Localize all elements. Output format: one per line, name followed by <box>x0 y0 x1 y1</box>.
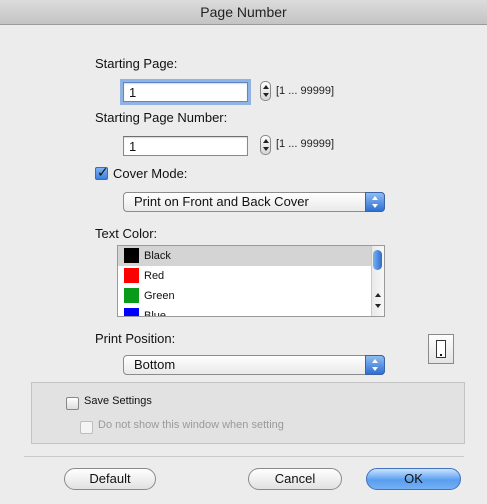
list-item-red[interactable]: Red <box>118 266 384 286</box>
text-color-list[interactable]: Black Red Green Blue <box>117 245 385 317</box>
list-item-green[interactable]: Green <box>118 286 384 306</box>
stepper-up-icon[interactable] <box>263 85 269 89</box>
print-position-label: Print Position: <box>95 331 176 346</box>
starting-page-label: Starting Page: <box>95 56 178 71</box>
do-not-show-checkbox[interactable] <box>80 421 93 434</box>
list-item-blue[interactable]: Blue <box>118 306 384 317</box>
color-swatch <box>124 268 139 283</box>
starting-page-stepper[interactable] <box>260 81 271 101</box>
text-color-label: Text Color: <box>95 226 158 241</box>
starting-page-number-range: [1 ... 99999] <box>276 138 335 150</box>
list-item-label: Black <box>144 250 171 262</box>
save-settings-group: Save Settings Do not show this window wh… <box>31 382 465 444</box>
window-title: Page Number <box>200 4 287 20</box>
scroll-up-icon[interactable] <box>375 293 381 297</box>
scroll-down-icon[interactable] <box>375 304 381 308</box>
print-position-popup[interactable]: Bottom <box>123 355 385 375</box>
color-swatch <box>124 248 139 263</box>
window-title-bar: Page Number <box>0 0 487 25</box>
save-settings-checkbox[interactable] <box>66 397 79 410</box>
list-scrollbar[interactable] <box>371 246 384 316</box>
color-swatch <box>124 288 139 303</box>
ok-button[interactable]: OK <box>366 468 461 490</box>
list-item-label: Green <box>144 290 175 302</box>
stepper-down-icon[interactable] <box>263 93 269 97</box>
cover-mode-value: Print on Front and Back Cover <box>134 194 309 209</box>
starting-page-number-label: Starting Page Number: <box>95 110 228 125</box>
color-swatch <box>124 308 139 316</box>
starting-page-number-stepper[interactable] <box>260 135 271 155</box>
do-not-show-label: Do not show this window when setting <box>98 419 284 431</box>
page-icon <box>436 340 446 358</box>
scrollbar-thumb[interactable] <box>373 250 382 270</box>
cancel-button[interactable]: Cancel <box>248 468 342 490</box>
page-position-icon <box>428 334 454 364</box>
stepper-down-icon[interactable] <box>263 147 269 151</box>
default-button[interactable]: Default <box>64 468 156 490</box>
list-item-label: Blue <box>144 310 167 317</box>
cover-mode-label: Cover Mode: <box>113 166 188 181</box>
print-position-value: Bottom <box>134 357 176 372</box>
list-item-black[interactable]: Black <box>118 246 384 266</box>
cover-mode-popup[interactable]: Print on Front and Back Cover <box>123 192 385 212</box>
cover-mode-checkbox[interactable]: ✓ <box>95 164 109 180</box>
save-settings-label: Save Settings <box>84 395 152 407</box>
popup-arrows-icon[interactable] <box>365 355 385 375</box>
starting-page-number-input[interactable]: 1 <box>123 136 248 156</box>
list-item-label: Red <box>144 270 165 282</box>
stepper-up-icon[interactable] <box>263 139 269 143</box>
popup-arrows-icon[interactable] <box>365 192 385 212</box>
starting-page-range: [1 ... 99999] <box>276 85 335 97</box>
page-number-dialog: Starting Page: 1 [1 ... 99999] Starting … <box>0 25 487 504</box>
divider <box>24 456 464 457</box>
checkmark-icon: ✓ <box>97 164 109 180</box>
starting-page-input[interactable]: 1 <box>123 82 248 102</box>
